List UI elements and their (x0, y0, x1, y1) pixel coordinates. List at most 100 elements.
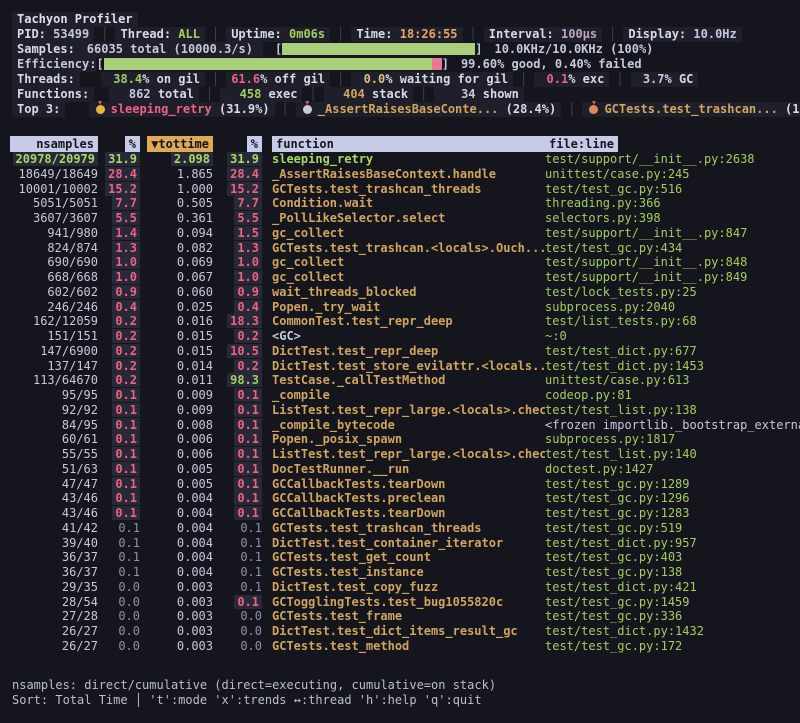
table-row[interactable]: 137/1470.20.0140.2DictTest.test_store_ev… (0, 359, 800, 374)
cell-nsamples: 84/95 (10, 418, 98, 433)
cell-function-value: GCTests.test_get_count (272, 550, 431, 564)
cell-file-line-value: test/list_tests.py:68 (545, 314, 697, 328)
status-display: Display: 10.0Hz (623, 27, 741, 42)
table-row[interactable]: 147/69000.20.01510.5DictTest.test_repr_d… (0, 344, 800, 359)
cell-pct-direct-value: 0.1 (112, 388, 140, 402)
table-row[interactable]: 18649/1864928.41.86528.4_AssertRaisesBas… (0, 167, 800, 182)
cell-file-line-value: test/test_dict.py:1432 (545, 624, 704, 638)
table-row[interactable]: 162/120590.20.01618.3CommonTest.test_rep… (0, 314, 800, 329)
column-gap (262, 196, 272, 211)
column-header-tottime[interactable]: ▼tottime (140, 136, 213, 152)
table-row[interactable]: 113/646700.20.01198.3TestCase._callTestM… (0, 373, 800, 388)
column-header-pct-direct[interactable]: % (98, 136, 140, 152)
cell-nsamples-value: 51/63 (62, 462, 98, 476)
table-row[interactable]: 668/6681.00.0671.0gc_collecttest/support… (0, 270, 800, 285)
column-header-nsamples[interactable]: nsamples (10, 136, 98, 152)
table-row[interactable]: 28/540.00.0030.1GCTogglingTests.test_bug… (0, 595, 800, 610)
cell-file-line: unittest/case.py:245 (545, 167, 800, 182)
column-header-function[interactable]: function (272, 136, 545, 152)
cell-nsamples: 27/28 (10, 609, 98, 624)
cell-nsamples-value: 27/28 (62, 609, 98, 623)
table-row[interactable]: 20978/2097931.92.09831.9sleeping_retryte… (0, 152, 800, 167)
cell-nsamples-value: 162/12059 (33, 314, 98, 328)
table-row[interactable]: 60/610.10.0060.1Popen._posix_spawnsubpro… (0, 432, 800, 447)
cell-nsamples: 690/690 (10, 255, 98, 270)
table-body: 20978/2097931.92.09831.9sleeping_retryte… (0, 152, 800, 654)
table-row[interactable]: 92/920.10.0090.1ListTest.test_repr_large… (0, 403, 800, 418)
cell-pct-cumulative: 0.0 (213, 639, 262, 654)
cell-tottime: 0.006 (140, 432, 213, 447)
table-row[interactable]: 941/9801.40.0941.5gc_collecttest/support… (0, 226, 800, 241)
cell-file-line-value: <frozen importlib._bootstrap_external (545, 418, 800, 432)
cell-tottime-value: 0.016 (177, 314, 213, 328)
table-row[interactable]: 43/460.10.0040.1GCCallbackTests.preclean… (0, 491, 800, 506)
table-row[interactable]: 39/400.10.0040.1DictTest.test_container_… (0, 536, 800, 551)
cell-file-line-value: test/test_dict.py:421 (545, 580, 697, 594)
table-row[interactable]: 5051/50517.70.5057.7Condition.waitthread… (0, 196, 800, 211)
table-row[interactable]: 151/1510.20.0150.2<GC>~:0 (0, 329, 800, 344)
cell-pct-cumulative: 0.2 (213, 329, 262, 344)
cell-function-value: ListTest.test_repr_large.<locals>.check (272, 447, 545, 461)
cell-pct-cumulative: 1.3 (213, 241, 262, 256)
app-title: Tachyon Profiler (12, 12, 138, 27)
table-row[interactable]: 246/2460.40.0250.4Popen._try_waitsubproc… (0, 300, 800, 315)
cell-nsamples: 20978/20979 (10, 152, 98, 167)
cell-tottime: 0.003 (140, 624, 213, 639)
cell-nsamples-value: 20978/20979 (13, 152, 98, 166)
footer-help-line-2: Sort: Total Time │ 't':mode 'x':trends ↔… (0, 693, 800, 708)
cell-pct-direct: 0.4 (98, 300, 140, 315)
top3-entry[interactable]: _AssertRaisesBaseConte... (28.4%) (296, 102, 561, 117)
cell-function-value: ListTest.test_repr_large.<locals>.check (272, 403, 545, 417)
column-gap (262, 609, 272, 624)
table-row[interactable]: 84/950.10.0080.1_compile_bytecode<frozen… (0, 418, 800, 433)
table-row[interactable]: 602/6020.90.0600.9wait_threads_blockedte… (0, 285, 800, 300)
column-header-pct-cumulative[interactable]: % (213, 136, 262, 152)
cell-tottime-value: 0.005 (177, 462, 213, 476)
table-row[interactable]: 36/370.10.0040.1GCTests.test_get_countte… (0, 550, 800, 565)
table-row[interactable]: 51/630.10.0050.1DocTestRunner.__rundocte… (0, 462, 800, 477)
separator-icon: │ (520, 72, 527, 86)
cell-pct-direct-value: 0.1 (112, 432, 140, 446)
cell-file-line: test/lock_tests.py:25 (545, 285, 800, 300)
threads-label: Threads: (12, 72, 80, 87)
cell-nsamples: 151/151 (10, 329, 98, 344)
top3-function-name: _AssertRaisesBaseConte... (318, 102, 499, 116)
cell-pct-cumulative: 0.1 (213, 462, 262, 477)
table-row[interactable]: 27/280.00.0030.0GCTests.test_frametest/t… (0, 609, 800, 624)
table-row[interactable]: 10001/1000215.21.00015.2GCTests.test_tra… (0, 182, 800, 197)
cell-pct-cumulative-value: 0.0 (240, 639, 262, 653)
cell-nsamples: 18649/18649 (10, 167, 98, 182)
table-row[interactable]: 47/470.10.0050.1GCCallbackTests.tearDown… (0, 477, 800, 492)
table-row[interactable]: 36/370.10.0040.1GCTests.test_instancetes… (0, 565, 800, 580)
table-row[interactable]: 690/6901.00.0691.0gc_collecttest/support… (0, 255, 800, 270)
column-header-label: nsamples (10, 136, 98, 152)
top3-entry[interactable]: sleeping_retry (31.9%) (89, 102, 275, 117)
column-gap (262, 152, 272, 167)
column-gap (262, 285, 272, 300)
cell-pct-direct-value: 0.1 (112, 491, 140, 505)
table-row[interactable]: 29/350.00.0030.1DictTest.test_copy_fuzzt… (0, 580, 800, 595)
column-header-file-line[interactable]: file:line (545, 136, 800, 152)
cell-tottime-value: 1.000 (177, 182, 213, 196)
table-row[interactable]: 95/950.10.0090.1_compilecodeop.py:81 (0, 388, 800, 403)
cell-tottime-value: 0.005 (177, 477, 213, 491)
cell-pct-cumulative: 5.5 (213, 211, 262, 226)
cell-pct-cumulative: 98.3 (213, 373, 262, 388)
table-row[interactable]: 26/270.00.0030.0DictTest.test_dict_items… (0, 624, 800, 639)
cell-function: Popen._posix_spawn (272, 432, 545, 447)
cell-pct-cumulative-value: 0.1 (240, 580, 262, 594)
column-gap (262, 506, 272, 521)
table-row[interactable]: 55/550.10.0060.1ListTest.test_repr_large… (0, 447, 800, 462)
cell-pct-direct-value: 7.7 (112, 196, 140, 210)
cell-pct-direct: 1.0 (98, 270, 140, 285)
table-row[interactable]: 41/420.10.0040.1GCTests.test_trashcan_th… (0, 521, 800, 536)
top3-entry[interactable]: GCTests.test_trashcan... (15.2%) (582, 102, 800, 117)
table-row[interactable]: 43/460.10.0040.1GCCallbackTests.tearDown… (0, 506, 800, 521)
table-row[interactable]: 3607/36075.50.3615.5_PollLikeSelector.se… (0, 211, 800, 226)
table-row[interactable]: 824/8741.30.0821.3GCTests.test_trashcan.… (0, 241, 800, 256)
footer-help-line-1: nsamples: direct/cumulative (direct=exec… (0, 678, 800, 693)
table-row[interactable]: 26/270.00.0030.0GCTests.test_methodtest/… (0, 639, 800, 654)
cell-file-line-value: subprocess.py:2040 (545, 300, 675, 314)
cell-pct-direct: 0.2 (98, 359, 140, 374)
cell-pct-cumulative-value: 1.3 (234, 241, 262, 255)
